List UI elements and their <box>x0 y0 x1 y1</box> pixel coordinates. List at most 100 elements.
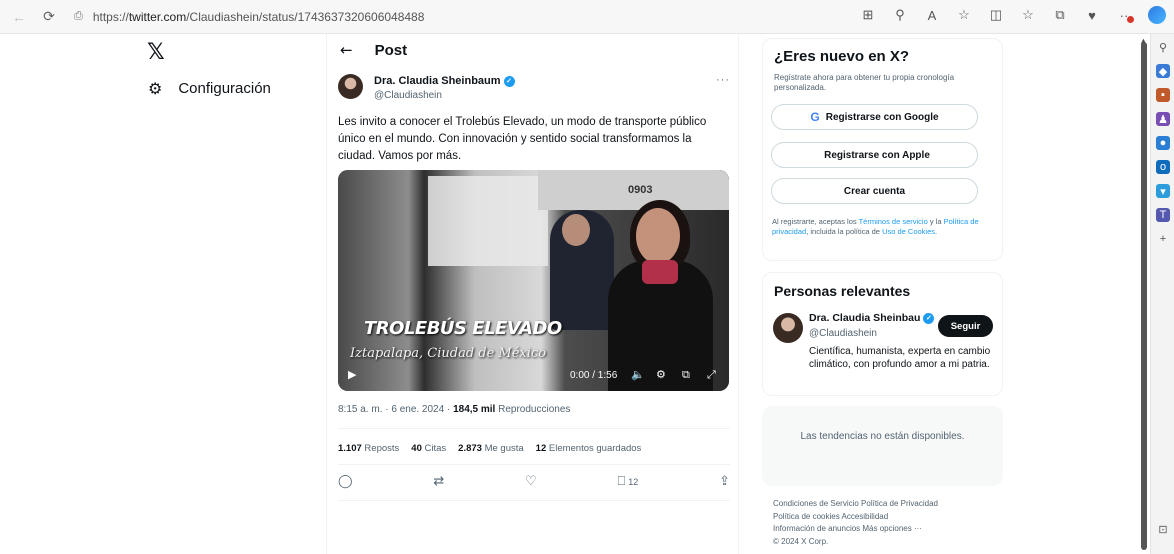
author-row: Dra. Claudia Sheinbaum ✓ @Claudiashein ··… <box>338 74 730 110</box>
scrollbar-thumb[interactable] <box>1141 42 1147 550</box>
stat-likes[interactable]: 2.873 Me gusta <box>458 443 524 454</box>
apple-signup-label: Registrarse con Apple <box>824 149 930 161</box>
more-options-icon[interactable]: ··· <box>716 74 730 86</box>
collections-icon[interactable]: ⧉ <box>1052 6 1068 24</box>
extensions-icon[interactable]: ·· <box>1116 6 1134 24</box>
stat-value: 1.107 <box>338 443 362 454</box>
reload-icon[interactable]: ⟳ <box>38 6 60 28</box>
stat-value: 2.873 <box>458 443 482 454</box>
avatar[interactable] <box>773 313 803 343</box>
fullscreen-icon[interactable]: ⤢ <box>707 368 716 382</box>
page-info-icon[interactable]: ⎙ <box>74 10 83 23</box>
create-account-label: Crear cuenta <box>843 185 906 197</box>
copilot-icon[interactable] <box>1148 6 1166 24</box>
favorite-star-icon[interactable]: ☆ <box>956 6 972 24</box>
address-bar[interactable]: ⎙ https://twitter.com/Claudiashein/statu… <box>74 10 424 24</box>
back-nav-icon[interactable]: ← <box>8 6 30 28</box>
relevant-people-title: Personas relevantes <box>774 283 911 299</box>
primary-column: ← Post Dra. Claudia Sheinbaum ✓ @Claudias… <box>326 34 739 554</box>
trends-card: Las tendencias no están disponibles. <box>762 406 1003 486</box>
create-account-button[interactable]: Crear cuenta <box>771 178 978 204</box>
add-icon[interactable]: + <box>1156 232 1170 246</box>
tweet-text: Les invito a conocer el Trolebús Elevado… <box>338 116 707 162</box>
bookmark-count: 12 <box>628 476 639 487</box>
author-name[interactable]: Dra. Claudia Sheinbaum ✓ <box>374 75 515 87</box>
search-icon[interactable]: ⚲ <box>1156 40 1170 54</box>
post-header: ← Post <box>327 34 740 66</box>
terms-text: Al registrarte, aceptas los <box>772 217 859 226</box>
person-handle[interactable]: @Claudiashein <box>809 328 877 339</box>
url-path: /Claudiashein/status/1743637320606048488 <box>186 9 425 24</box>
person-name[interactable]: Dra. Claudia Sheinbau ✓ <box>809 312 935 324</box>
volume-icon[interactable]: 🔈 <box>631 368 645 381</box>
favorites-bar-icon[interactable]: ☆ <box>1020 6 1036 24</box>
divider <box>338 464 730 465</box>
pip-icon[interactable]: ⧉ <box>682 368 690 382</box>
tag-icon[interactable]: ◆ <box>1156 64 1170 78</box>
terms-text: , incluida la política de <box>806 226 883 236</box>
avatar[interactable] <box>338 74 363 99</box>
app-available-icon[interactable]: ⊞ <box>860 6 876 24</box>
sidebar-settings-icon[interactable]: ⊡ <box>1156 522 1170 536</box>
video-player[interactable]: 0903 TROLEBÚS ELEVADO Iztapalapa, Ciudad… <box>338 170 729 391</box>
person-bio: Científica, humanista, experta en cambio… <box>809 346 991 370</box>
post-stats: 1.107 Reposts 40 Citas 2.873 Me gusta 12… <box>338 443 641 454</box>
footer-line[interactable]: Política de cookies Accesibilidad <box>773 511 993 524</box>
split-screen-icon[interactable]: ◫ <box>988 6 1004 24</box>
read-aloud-icon[interactable]: A <box>924 6 940 24</box>
video-settings-icon[interactable]: ⚙ <box>656 368 666 381</box>
verified-badge-icon: ✓ <box>503 75 515 87</box>
teams-icon[interactable]: T <box>1156 208 1170 222</box>
stat-bookmarks[interactable]: 12 Elementos guardados <box>536 443 642 454</box>
apple-signup-button[interactable]: Registrarse con Apple <box>771 142 978 168</box>
video-bus-sign: 0903 <box>628 184 653 196</box>
footer-line[interactable]: Condiciones de Servicio Política de Priv… <box>773 498 993 511</box>
stat-label: Reposts <box>361 443 400 454</box>
games-icon[interactable]: ♟ <box>1156 112 1170 126</box>
share-icon[interactable]: ⇪ <box>719 474 730 489</box>
divider <box>338 428 730 429</box>
video-title: TROLEBÚS ELEVADO <box>364 318 562 339</box>
google-signup-button[interactable]: G Registrarse con Google <box>771 104 978 130</box>
stat-label: Citas <box>421 443 447 454</box>
footer-links: Condiciones de Servicio Política de Priv… <box>773 498 993 548</box>
post-time[interactable]: 8:15 a. m. · 6 ene. 2024 · <box>338 404 453 415</box>
terms-link[interactable]: Términos de servicio <box>859 217 928 226</box>
follow-button[interactable]: Seguir <box>938 315 993 337</box>
video-person-man-head <box>562 214 590 246</box>
copyright: © 2024 X Corp. <box>773 536 829 546</box>
zoom-icon[interactable]: ⚲ <box>892 6 908 24</box>
author-handle[interactable]: @Claudiashein <box>374 90 442 101</box>
page-title: Post <box>374 41 408 59</box>
divider <box>338 500 730 501</box>
back-arrow-icon[interactable]: ← <box>340 41 353 59</box>
settings-label: Configuración <box>178 80 271 97</box>
stat-quotes[interactable]: 40 Citas <box>411 443 446 454</box>
stat-reposts[interactable]: 1.107 Reposts <box>338 443 399 454</box>
footer-line[interactable]: Información de anuncios Más opciones ··· <box>773 523 993 536</box>
office-icon[interactable]: ● <box>1156 136 1170 150</box>
url-domain: twitter.com <box>128 9 187 24</box>
cookies-link[interactable]: Uso de Cookies <box>882 227 935 236</box>
like-icon[interactable]: ♡ <box>525 474 537 489</box>
browser-toolbar: ← ⟳ ⎙ https://twitter.com/Claudiashein/s… <box>0 0 1174 34</box>
post-meta: 8:15 a. m. · 6 ene. 2024 · 184,5 mil Rep… <box>338 404 570 415</box>
outlook-icon[interactable]: o <box>1156 160 1170 174</box>
stat-value: 12 <box>535 443 547 454</box>
repost-icon[interactable]: ⇄ <box>433 474 444 489</box>
browser-essentials-icon[interactable]: ♥ <box>1084 6 1100 24</box>
play-icon[interactable]: ▶ <box>348 368 356 381</box>
signup-title: ¿Eres nuevo en X? <box>774 48 910 65</box>
designer-icon[interactable]: ▾ <box>1156 184 1170 198</box>
reply-icon[interactable]: ◯ <box>338 474 353 489</box>
browser-sidebar: ⚲ ◆ ▪ ♟ ● o ▾ T + ⊡ <box>1150 34 1174 554</box>
shopping-icon[interactable]: ▪ <box>1156 88 1170 102</box>
stat-value: 40 <box>411 443 422 454</box>
url-prefix: https:// <box>92 9 129 24</box>
google-signup-label: Registrarse con Google <box>825 111 939 123</box>
bookmark-button[interactable]: ⎕ 12 <box>617 474 638 489</box>
post-views: 184,5 mil <box>453 404 496 415</box>
verified-badge-icon: ✓ <box>923 312 935 324</box>
x-logo[interactable]: 𝕏 <box>147 40 165 65</box>
settings-link[interactable]: ⚙ Configuración <box>148 79 271 98</box>
